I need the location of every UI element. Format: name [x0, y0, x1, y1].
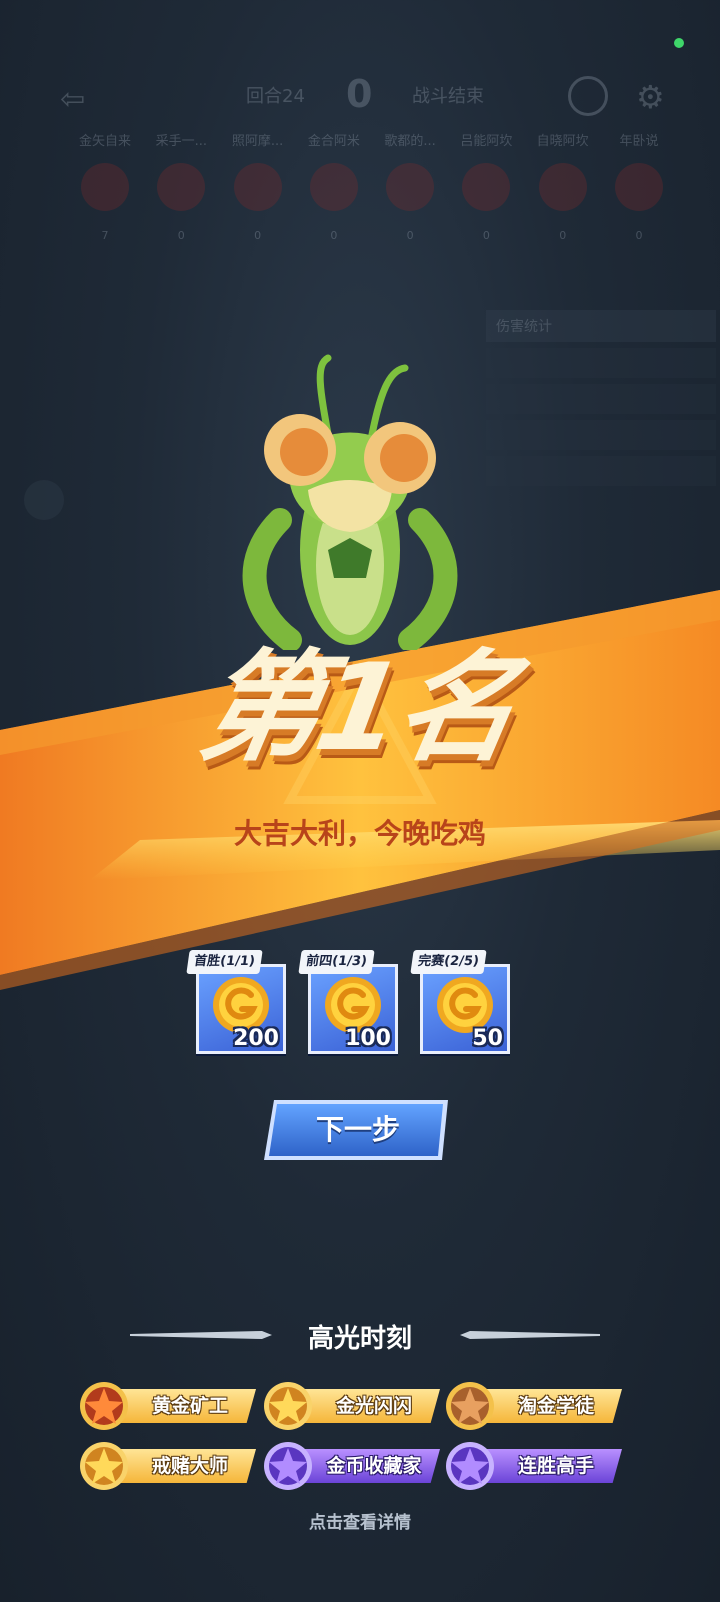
damage-stats-row: [486, 456, 716, 486]
damage-stats-panel: 伤害统计: [486, 310, 716, 520]
reward-item: 首胜(1/1) 200: [186, 950, 286, 1078]
highlight-badges: 黄金矿工 金光闪闪 淘金学徒 戒赌大师 金币收藏家 连胜高手: [78, 1380, 638, 1500]
chat-icon: [24, 480, 64, 520]
reward-card: 100: [308, 964, 398, 1054]
badge-label: 金币收藏家: [326, 1455, 422, 1477]
highlight-badge[interactable]: 黄金矿工: [78, 1380, 258, 1430]
reward-item: 完赛(2/5) 50: [410, 950, 510, 1078]
avatar: [233, 163, 282, 211]
badge-label: 连胜高手: [517, 1455, 594, 1477]
hud-player-stat: 0: [330, 229, 338, 242]
highlight-badge[interactable]: 金币收藏家: [262, 1440, 442, 1490]
hud-player-name: 歌都的...: [384, 134, 436, 149]
reward-card: 50: [420, 964, 510, 1054]
hud-player-name: 吕能阿坎: [460, 134, 513, 149]
badge-label: 戒赌大师: [151, 1455, 228, 1477]
purple-star-icon: [264, 1442, 312, 1490]
network-status-indicator: [674, 38, 684, 48]
reward-tag: 完赛(2/5): [410, 950, 487, 974]
hud-player-stat: 0: [177, 229, 185, 242]
next-button-label: 下一步: [315, 1113, 400, 1146]
hud-player: 吕能阿坎 0: [453, 130, 519, 242]
hud-player: 照阿摩... 0: [225, 130, 291, 242]
badge-label: 黄金矿工: [151, 1395, 228, 1417]
avatar: [462, 163, 511, 211]
purple-star-icon: [446, 1442, 494, 1490]
hud-player-name: 金合阿米: [307, 134, 360, 149]
avatar: [309, 163, 358, 211]
highlight-badge[interactable]: 金光闪闪: [262, 1380, 442, 1430]
rank-slogan: 大吉大利，今晚吃鸡: [233, 817, 486, 850]
reward-tag: 首胜(1/1): [186, 950, 263, 974]
avatar: [386, 163, 435, 211]
gold-star-icon: [264, 1382, 312, 1430]
badge-label: 金光闪闪: [335, 1395, 412, 1417]
hud-player-list: 金矢自来 7 采手一... 0 照阿摩... 0 金合阿米 0 歌都的... 0 吕能阿坎…: [72, 130, 672, 242]
reward-list: 首胜(1/1) 200 前四(1/3) 100 完赛(2/5) 50: [186, 950, 528, 1080]
rank-title: 第1名: [189, 639, 526, 778]
damage-stats-row: [486, 384, 716, 414]
damage-stats-row: [486, 420, 716, 450]
hud-player-stat: 0: [406, 229, 414, 242]
hud-player-name: 采手一...: [155, 134, 207, 149]
hud-player: 金矢自来 7: [72, 130, 138, 242]
reward-amount: 200: [233, 1026, 279, 1051]
avatar: [614, 163, 663, 211]
hud-player: 歌都的... 0: [377, 130, 443, 242]
avatar: [538, 163, 587, 211]
hud-player-stat: 0: [559, 229, 567, 242]
reward-tag: 前四(1/3): [298, 950, 375, 974]
reward-amount: 100: [345, 1026, 391, 1051]
badge-label: 淘金学徒: [517, 1395, 594, 1417]
highlight-badge[interactable]: 戒赌大师: [78, 1440, 258, 1490]
highlights-title: 高光时刻: [307, 1324, 412, 1354]
avatar: [81, 163, 129, 211]
reward-item: 前四(1/3) 100: [298, 950, 398, 1078]
hud-player: 金合阿米 0: [301, 130, 367, 242]
reward-amount: 50: [472, 1026, 503, 1051]
reward-card: 200: [196, 964, 286, 1054]
hud-round: 回合24: [246, 86, 305, 107]
bronze-star-icon: [446, 1382, 494, 1430]
damage-stats-row: [486, 348, 716, 378]
hud-player-name: 年卧说: [619, 134, 659, 149]
mantis-character-icon: [242, 354, 458, 650]
hud-player: 采手一... 0: [148, 130, 214, 242]
avatar: [157, 163, 206, 211]
hud-player-name: 照阿摩...: [231, 134, 284, 149]
hud-player-stat: 0: [254, 229, 262, 242]
hud-score: 0: [346, 72, 373, 116]
gear-icon: ⚙: [636, 78, 665, 116]
exit-icon: ⇦: [60, 82, 86, 117]
hud-player-name: 自晓阿坎: [536, 134, 589, 149]
hud-player: 年卧说 0: [606, 130, 672, 242]
view-details-link[interactable]: 点击查看详情: [0, 1508, 720, 1533]
highlight-badge[interactable]: 连胜高手: [444, 1440, 624, 1490]
hud-player-stat: 0: [635, 229, 643, 242]
hud-player: 自晓阿坎 0: [530, 130, 596, 242]
hud-player-stat: 7: [101, 229, 109, 242]
next-button[interactable]: 下一步: [262, 1098, 454, 1162]
team-emblem-icon: [568, 76, 608, 116]
highlight-badge[interactable]: 淘金学徒: [444, 1380, 624, 1430]
hud-battle-state: 战斗结束: [412, 86, 484, 107]
hud-player-stat: 0: [482, 229, 490, 242]
damage-stats-title: 伤害统计: [486, 310, 716, 342]
red-star-icon: [80, 1382, 128, 1430]
hud-player-name: 金矢自来: [78, 134, 131, 149]
gold-star-icon: [80, 1442, 128, 1490]
